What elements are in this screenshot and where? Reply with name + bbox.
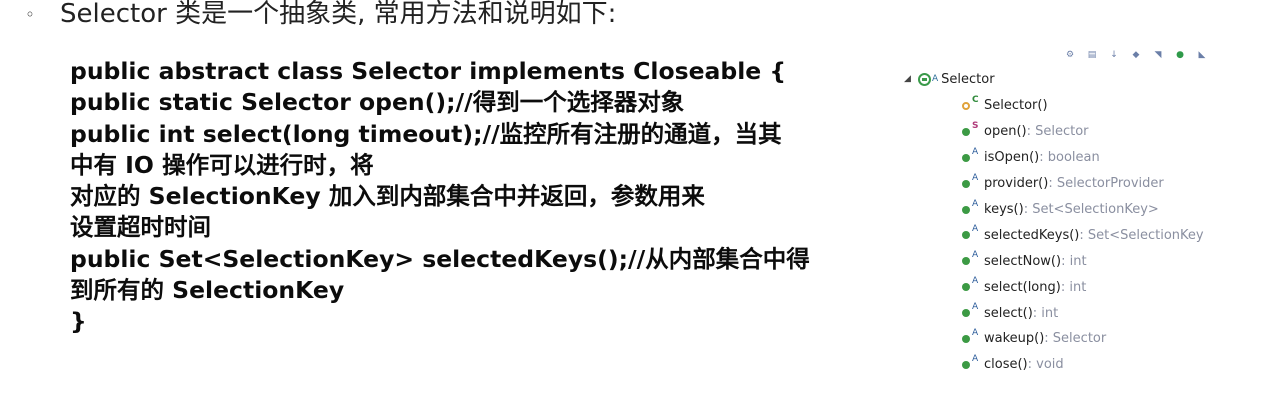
code-line: public abstract class Selector implement…	[70, 57, 787, 85]
link-icon[interactable]: ◣	[1197, 50, 1207, 60]
outline-member[interactable]: A select(long) : int	[962, 274, 1204, 300]
member-type: : int	[1061, 253, 1087, 269]
member-modifier: A	[972, 172, 979, 183]
member-type: : boolean	[1039, 150, 1100, 166]
abstract-class-icon	[918, 72, 931, 86]
abstract-modifier: A	[932, 74, 939, 84]
code-line: }	[70, 307, 87, 336]
public-method-icon	[962, 334, 970, 343]
outline-member[interactable]: A keys() : Set<SelectionKey>	[962, 197, 1204, 223]
outline-toolbar: ⚙ ▤ ↓ ◆ ◥ ● ◣	[1065, 50, 1207, 64]
sort-az-icon[interactable]: ↓	[1109, 50, 1119, 60]
member-type: : SelectorProvider	[1048, 176, 1164, 192]
outline-member[interactable]: S open() : Selector	[962, 119, 1204, 145]
member-name: close()	[984, 357, 1028, 373]
member-modifier: A	[972, 224, 979, 235]
code-line: 到所有的 SelectionKey	[70, 276, 345, 305]
code-line: 设置超时时间	[70, 213, 211, 242]
code-line: public static Selector open();//得到一个选择器对…	[70, 88, 685, 117]
public-method-icon	[962, 231, 970, 240]
public-method-icon	[962, 179, 970, 188]
hide-nonpublic-icon[interactable]: ●	[1175, 50, 1185, 60]
member-modifier: C	[972, 95, 979, 105]
member-modifier: A	[972, 198, 979, 209]
member-name: isOpen()	[984, 150, 1040, 166]
public-method-icon	[962, 360, 970, 369]
intro-text: Selector 类是一个抽象类, 常用方法和说明如下:	[60, 0, 617, 29]
outline-member[interactable]: A select() : int	[962, 300, 1204, 326]
expand-arrow-icon[interactable]: ◢	[904, 74, 918, 84]
member-type: : int	[1032, 305, 1059, 321]
member-modifier: A	[972, 250, 979, 261]
code-line: 中有 IO 操作可以进行时，将	[70, 150, 374, 179]
filter-icon[interactable]: ⚙	[1065, 50, 1075, 60]
member-name: provider()	[984, 176, 1049, 192]
member-modifier: A	[972, 302, 979, 313]
member-modifier: A	[972, 146, 979, 157]
member-name: Selector()	[984, 98, 1048, 114]
outline-member[interactable]: C Selector()	[962, 93, 1204, 119]
member-type: : Selector	[1044, 331, 1107, 347]
member-modifier: A	[972, 328, 979, 339]
hide-fields-icon[interactable]: ◆	[1131, 50, 1141, 60]
member-name: selectNow()	[984, 253, 1062, 269]
public-method-icon	[962, 127, 970, 136]
code-block: public abstract class Selector implement…	[70, 56, 870, 338]
member-modifier: A	[972, 353, 979, 364]
member-type: : Selector	[1026, 124, 1089, 140]
member-name: selectedKeys()	[984, 227, 1080, 243]
collapse-icon[interactable]: ▤	[1087, 50, 1097, 60]
outline-member[interactable]: A selectNow() : int	[962, 248, 1204, 274]
public-method-icon	[962, 283, 970, 292]
member-name: select()	[984, 305, 1033, 321]
outline-member[interactable]: A close() : void	[962, 352, 1204, 378]
outline-member[interactable]: A isOpen() : boolean	[962, 145, 1204, 171]
outline-root-class[interactable]: ◢ A Selector	[904, 69, 995, 89]
intro-line: ◦ Selector 类是一个抽象类, 常用方法和说明如下:	[0, 0, 820, 31]
member-type: : int	[1060, 279, 1087, 295]
constructor-icon	[962, 101, 970, 110]
public-method-icon	[962, 257, 970, 266]
member-modifier: S	[972, 120, 979, 131]
outline-member[interactable]: A wakeup() : Selector	[962, 326, 1204, 352]
outline-view: ⚙ ▤ ↓ ◆ ◥ ● ◣ ◢ A Selector C Selector() …	[900, 50, 1270, 410]
member-type: : Set<SelectionKey>	[1023, 202, 1159, 217]
bullet-icon: ◦	[25, 4, 35, 24]
class-name: Selector	[941, 71, 995, 87]
member-name: keys()	[984, 202, 1024, 217]
public-method-icon	[962, 153, 970, 162]
code-line: 对应的 SelectionKey 加入到内部集合中并返回，参数用来	[70, 182, 705, 211]
outline-member[interactable]: A provider() : SelectorProvider	[962, 171, 1204, 197]
outline-member[interactable]: A selectedKeys() : Set<SelectionKey	[962, 222, 1204, 248]
member-type: : Set<SelectionKey	[1079, 227, 1204, 243]
member-list: C Selector() S open() : Selector A isOpe…	[962, 93, 1204, 378]
member-name: open()	[984, 124, 1027, 140]
code-line: public Set<SelectionKey> selectedKeys();…	[70, 244, 810, 273]
code-line: public int select(long timeout);//监控所有注册…	[70, 119, 782, 148]
public-method-icon	[962, 309, 970, 318]
public-method-icon	[962, 205, 970, 214]
member-name: wakeup()	[984, 331, 1045, 347]
hide-static-icon[interactable]: ◥	[1153, 50, 1163, 60]
member-modifier: A	[972, 276, 979, 287]
member-name: select(long)	[984, 279, 1061, 295]
member-type: : void	[1027, 357, 1064, 373]
